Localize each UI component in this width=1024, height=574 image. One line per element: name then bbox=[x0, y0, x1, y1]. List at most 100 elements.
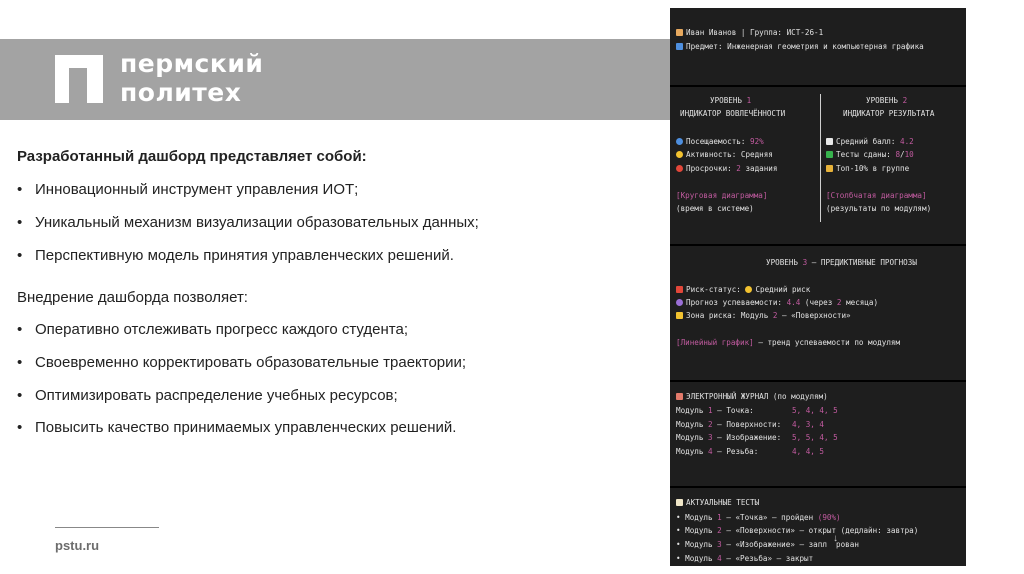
user-icon bbox=[676, 29, 683, 36]
zone-label: Зона риска: Модуль bbox=[686, 311, 769, 320]
divider bbox=[670, 380, 966, 382]
test-row[interactable]: • Модуль 3 — «Изображение» — запл рован bbox=[676, 540, 859, 550]
level-num: 1 bbox=[746, 96, 752, 105]
overdue-value: 2 bbox=[736, 164, 741, 173]
level-num: 3 bbox=[802, 258, 808, 267]
pin-icon bbox=[676, 286, 683, 293]
test-row[interactable]: • Модуль 1 — «Точка» — пройден (90%) bbox=[676, 513, 841, 523]
row-text: — «Изображение» — запл рован bbox=[726, 540, 859, 549]
column-separator bbox=[820, 94, 821, 222]
red-circle-icon bbox=[676, 165, 683, 172]
row-extra: (90%) bbox=[817, 513, 841, 522]
bullet-item: Своевременно корректировать образователь… bbox=[17, 354, 466, 371]
level2-title: ИНДИКАТОР РЕЗУЛЬТАТА bbox=[843, 109, 935, 118]
zone-num: 2 bbox=[772, 311, 778, 320]
dashboard-terminal: Иван Иванов | Группа: ИСТ-26-1 Предмет: … bbox=[670, 8, 966, 566]
checkmark-icon bbox=[826, 151, 833, 158]
logo-icon bbox=[55, 55, 103, 103]
forecast-row: Прогноз успеваемости: 4.4 (через 2 месяц… bbox=[676, 298, 878, 308]
forecast-pre: (через bbox=[804, 298, 833, 307]
footer-divider bbox=[55, 527, 159, 528]
journal-row: Модуль 1 — Точка: bbox=[676, 406, 754, 416]
yellow-circle-icon bbox=[745, 286, 753, 293]
scroll-down-icon[interactable]: ↓ bbox=[833, 533, 838, 544]
risk-row: Риск-статус: Средний риск bbox=[676, 285, 810, 295]
row-prefix: Модуль bbox=[676, 406, 704, 415]
pie-chart-desc: (время в системе) bbox=[676, 204, 754, 213]
book-icon bbox=[676, 43, 683, 50]
forecast-months: 2 bbox=[836, 298, 842, 307]
level-num: 2 bbox=[902, 96, 908, 105]
avg-label: Средний балл: bbox=[836, 137, 896, 146]
journal-grades: 5, 5, 4, 5 bbox=[792, 433, 838, 442]
overdue-label: Просрочки: bbox=[686, 164, 732, 173]
row-num: 3 bbox=[717, 540, 722, 549]
top-row: Топ-10% в группе bbox=[826, 164, 909, 174]
bar-chart-desc: (результаты по модулям) bbox=[826, 204, 932, 213]
attendance-label: Посещаемость: bbox=[686, 137, 746, 146]
avg-value: 4.2 bbox=[900, 137, 914, 146]
journal-title: ЭЛЕКТРОННЫЙ ЖУРНАЛ (по модулям) bbox=[676, 392, 828, 402]
row-prefix: • Модуль bbox=[676, 540, 713, 549]
pie-chart-link[interactable]: [Круговая диаграмма] bbox=[676, 191, 767, 201]
blue-circle-icon bbox=[676, 138, 683, 145]
books-icon bbox=[676, 393, 683, 400]
bar-chart-link[interactable]: [Столбчатая диаграмма] bbox=[826, 191, 927, 201]
linechart-link[interactable]: [Линейный график] bbox=[676, 338, 754, 347]
level3-header: УРОВЕНЬ 3 — ПРЕДИКТИВНЫЕ ПРОГНОЗЫ bbox=[766, 258, 917, 268]
overdue-row: Просрочки: 2 задания bbox=[676, 164, 777, 174]
row-num: 4 bbox=[717, 554, 722, 563]
forecast-label: Прогноз успеваемости: bbox=[686, 298, 783, 307]
footer-url[interactable]: pstu.ru bbox=[55, 538, 99, 553]
journal-grades: 4, 3, 4 bbox=[792, 420, 825, 429]
row-name: — Резьба: bbox=[717, 447, 759, 456]
tests-total: 10 bbox=[904, 150, 914, 159]
crystal-ball-icon bbox=[676, 299, 683, 306]
journal-grades: 5, 4, 4, 5 bbox=[792, 406, 838, 415]
divider bbox=[670, 486, 966, 488]
chart-icon bbox=[826, 138, 833, 145]
student-line: Иван Иванов | Группа: ИСТ-26-1 bbox=[676, 28, 823, 38]
bullet-item: Повысить качество принимаемых управленче… bbox=[17, 419, 456, 436]
bullet-item: Перспективную модель принятия управленче… bbox=[17, 247, 454, 264]
activity-row: Активность: Средняя bbox=[676, 150, 773, 160]
row-prefix: • Модуль bbox=[676, 554, 713, 563]
level-word: УРОВЕНЬ bbox=[766, 258, 799, 267]
level-title: — ПРЕДИКТИВНЫЕ ПРОГНОЗЫ bbox=[811, 258, 917, 267]
brand-line-2: политех bbox=[120, 78, 242, 107]
level1-header: УРОВЕНЬ 1 bbox=[710, 96, 751, 106]
subject-line: Предмет: Инженерная геометрия и компьюте… bbox=[676, 42, 924, 52]
attendance-row: Посещаемость: 92% bbox=[676, 137, 764, 147]
journal-grades: 4, 4, 5 bbox=[792, 447, 825, 456]
brand-line-1: пермский bbox=[120, 49, 264, 78]
test-row[interactable]: • Модуль 2 — «Поверхности» — открыт (дед… bbox=[676, 526, 918, 536]
yellow-circle-icon bbox=[676, 151, 683, 158]
attendance-value: 92% bbox=[750, 137, 764, 146]
zone-row: Зона риска: Модуль 2 — «Поверхности» bbox=[676, 311, 851, 321]
row-num: 1 bbox=[708, 406, 713, 415]
top-label: Топ-10% в группе bbox=[836, 164, 910, 173]
tests-title: АКТУАЛЬНЫЕ ТЕСТЫ bbox=[676, 498, 759, 508]
forecast-value: 4.4 bbox=[786, 298, 801, 307]
journal-row: Модуль 2 — Поверхности: bbox=[676, 420, 781, 430]
bullet-item: Инновационный инструмент управления ИОТ; bbox=[17, 181, 358, 198]
journal-title-text: ЭЛЕКТРОННЫЙ ЖУРНАЛ (по модулям) bbox=[686, 392, 828, 401]
row-name: — Точка: bbox=[717, 406, 754, 415]
linechart-desc: — тренд успеваемости по модулям bbox=[758, 338, 901, 347]
memo-icon bbox=[676, 499, 683, 506]
row-prefix: Модуль bbox=[676, 420, 704, 429]
overdue-unit: задания bbox=[745, 164, 778, 173]
row-num: 1 bbox=[717, 513, 722, 522]
level-word: УРОВЕНЬ bbox=[866, 96, 899, 105]
journal-row: Модуль 4 — Резьба: bbox=[676, 447, 758, 457]
row-prefix: • Модуль bbox=[676, 513, 713, 522]
student-text: Иван Иванов | Группа: ИСТ-26-1 bbox=[686, 28, 824, 37]
test-row[interactable]: • Модуль 4 — «Резьба» — закрыт bbox=[676, 554, 813, 564]
forecast-post: месяца) bbox=[846, 298, 879, 307]
subject-text: Предмет: Инженерная геометрия и компьюте… bbox=[686, 42, 924, 51]
avg-row: Средний балл: 4.2 bbox=[826, 137, 914, 147]
slide-subheading: Внедрение дашборда позволяет: bbox=[17, 289, 248, 306]
level1-title: ИНДИКАТОР ВОВЛЕЧЁННОСТИ bbox=[680, 109, 786, 118]
linechart-row: [Линейный график] — тренд успеваемости п… bbox=[676, 338, 900, 348]
row-prefix: • Модуль bbox=[676, 526, 713, 535]
